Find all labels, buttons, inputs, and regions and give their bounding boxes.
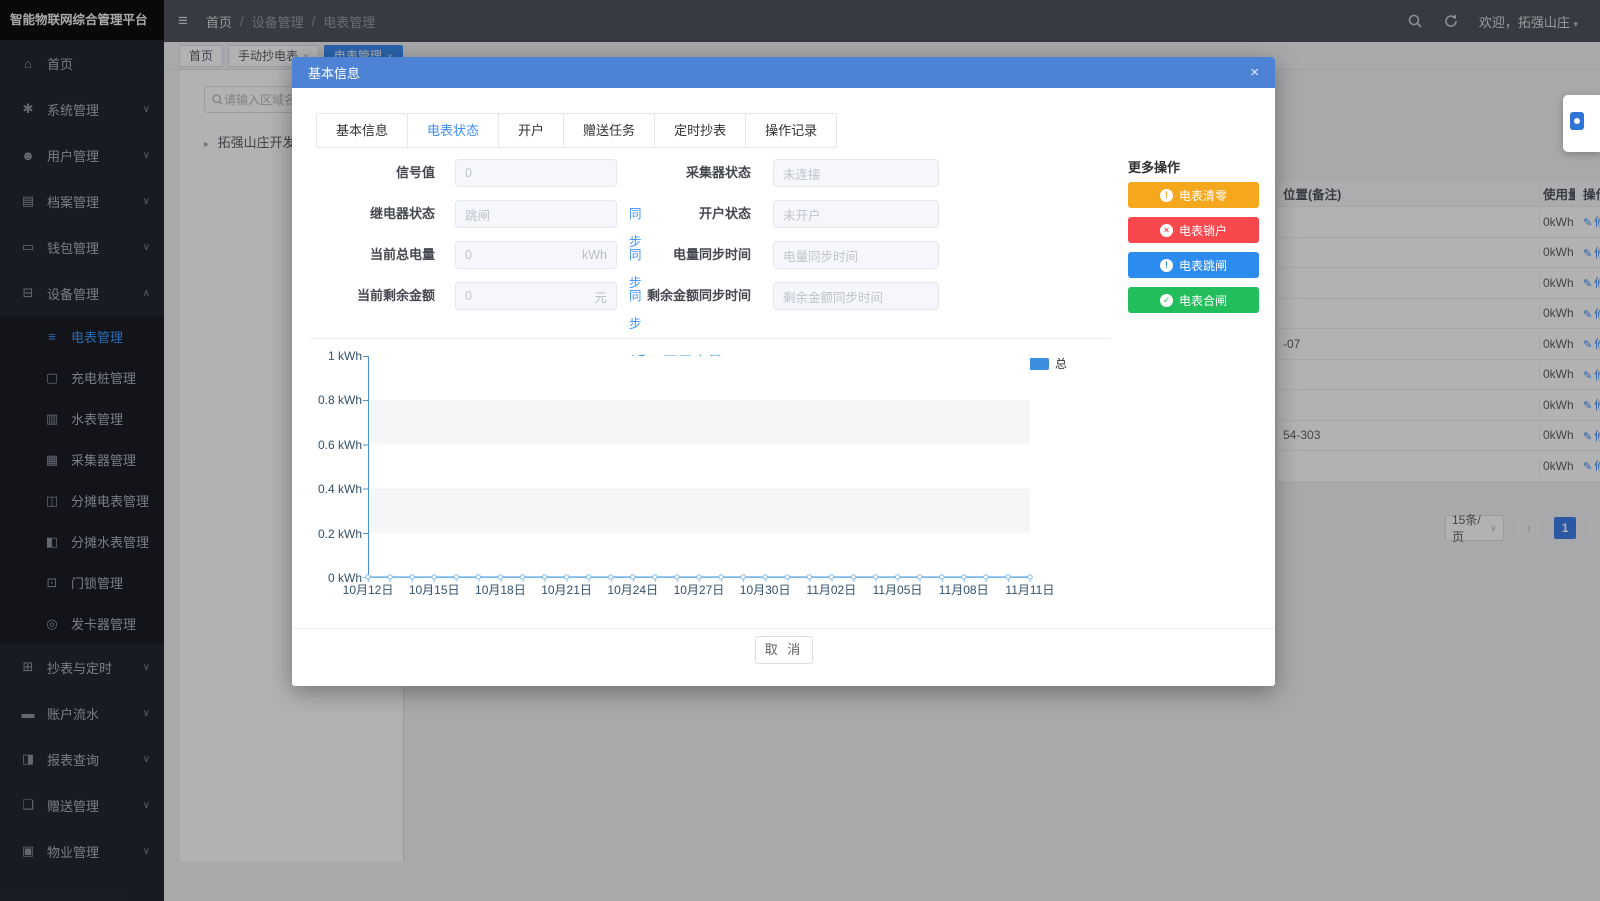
y-tick-label: 0.4 kWh xyxy=(318,482,362,496)
tab-operation-log[interactable]: 操作记录 xyxy=(745,114,836,147)
x-tick-label: 10月15日 xyxy=(401,581,467,598)
energy-sync-time-field[interactable]: 电量同步时间 xyxy=(773,241,939,269)
x-tick-label: 11月11日 xyxy=(997,581,1063,598)
alert-circle-icon: ! xyxy=(1160,189,1173,202)
y-axis-labels: 1 kWh0.8 kWh0.6 kWh0.4 kWh0.2 kWh0 kWh xyxy=(298,349,362,585)
collector-status-field[interactable]: 未连接 xyxy=(773,159,939,187)
meter-close-switch-button[interactable]: ✓ 电表合闸 xyxy=(1128,287,1259,313)
signal-value-field[interactable]: 0 xyxy=(455,159,617,187)
x-tick-label: 10月24日 xyxy=(600,581,666,598)
tab-basic-info[interactable]: 基本信息 xyxy=(317,114,407,147)
x-axis-labels: 10月12日10月15日10月18日10月21日10月24日10月27日10月3… xyxy=(335,581,1063,598)
dialog-header: 基本信息 × xyxy=(292,57,1275,88)
total-energy-field[interactable]: 0kWh xyxy=(455,241,617,269)
total-energy-label: 当前总电量 xyxy=(292,241,447,269)
x-tick-label: 11月02日 xyxy=(798,581,864,598)
relay-status-field[interactable]: 跳闸 xyxy=(455,200,617,228)
tab-meter-status[interactable]: 电表状态 xyxy=(407,114,498,147)
alert-circle-icon: ! xyxy=(1160,259,1173,272)
y-tick-label: 1 kWh xyxy=(328,349,362,363)
balance-label: 当前剩余金额 xyxy=(292,282,447,310)
chart-line-svg xyxy=(368,356,1030,582)
footer-divider xyxy=(292,628,1275,629)
y-tick-label: 0.6 kWh xyxy=(318,438,362,452)
floating-side-panel[interactable] xyxy=(1563,95,1600,152)
x-tick-label: 11月05日 xyxy=(865,581,931,598)
panel-badge-icon xyxy=(1570,112,1584,130)
legend-label: 总 xyxy=(1055,355,1067,372)
dialog-tabs: 基本信息 电表状态 开户 赠送任务 定时抄表 操作记录 xyxy=(316,113,837,148)
tab-open-account[interactable]: 开户 xyxy=(498,114,563,147)
balance-field[interactable]: 0元 xyxy=(455,282,617,310)
tab-gift-task[interactable]: 赠送任务 xyxy=(563,114,654,147)
chart-legend[interactable]: 总 xyxy=(1028,355,1067,372)
y-tick-label: 0.2 kWh xyxy=(318,527,362,541)
check-circle-icon: ✓ xyxy=(1160,294,1173,307)
meter-reset-button[interactable]: ! 电表清零 xyxy=(1128,182,1259,208)
x-tick-label: 10月18日 xyxy=(467,581,533,598)
collector-status-label: 采集器状态 xyxy=(632,159,763,187)
account-status-field[interactable]: 未开户 xyxy=(773,200,939,228)
relay-status-label: 继电器状态 xyxy=(292,200,447,228)
dialog-title: 基本信息 xyxy=(308,63,360,82)
signal-value-label: 信号值 xyxy=(292,159,447,187)
x-tick-label: 11月08日 xyxy=(931,581,997,598)
x-tick-label: 10月12日 xyxy=(335,581,401,598)
balance-sync-time-field[interactable]: 剩余金额同步时间 xyxy=(773,282,939,310)
cancel-button[interactable]: 取 消 xyxy=(755,636,813,664)
x-tick-label: 10月27日 xyxy=(666,581,732,598)
account-status-label: 开户状态 xyxy=(632,200,763,228)
meter-close-account-button[interactable]: × 电表销户 xyxy=(1128,217,1259,243)
close-circle-icon: × xyxy=(1160,224,1173,237)
x-tick-label: 10月21日 xyxy=(534,581,600,598)
tab-scheduled-reading[interactable]: 定时抄表 xyxy=(654,114,745,147)
meter-trip-button[interactable]: ! 电表跳闸 xyxy=(1128,252,1259,278)
energy-sync-time-label: 电量同步时间 xyxy=(632,241,763,269)
more-operations-label: 更多操作 xyxy=(1128,157,1180,176)
y-tick-label: 0.8 kWh xyxy=(318,393,362,407)
x-tick-label: 10月30日 xyxy=(732,581,798,598)
close-icon[interactable]: × xyxy=(1250,64,1259,81)
balance-sync-time-label: 剩余金额同步时间 xyxy=(632,282,763,310)
divider xyxy=(310,338,1110,339)
meter-status-dialog: 基本信息 × 基本信息 电表状态 开户 赠送任务 定时抄表 操作记录 信号值 0… xyxy=(292,57,1275,686)
legend-swatch xyxy=(1028,358,1049,370)
